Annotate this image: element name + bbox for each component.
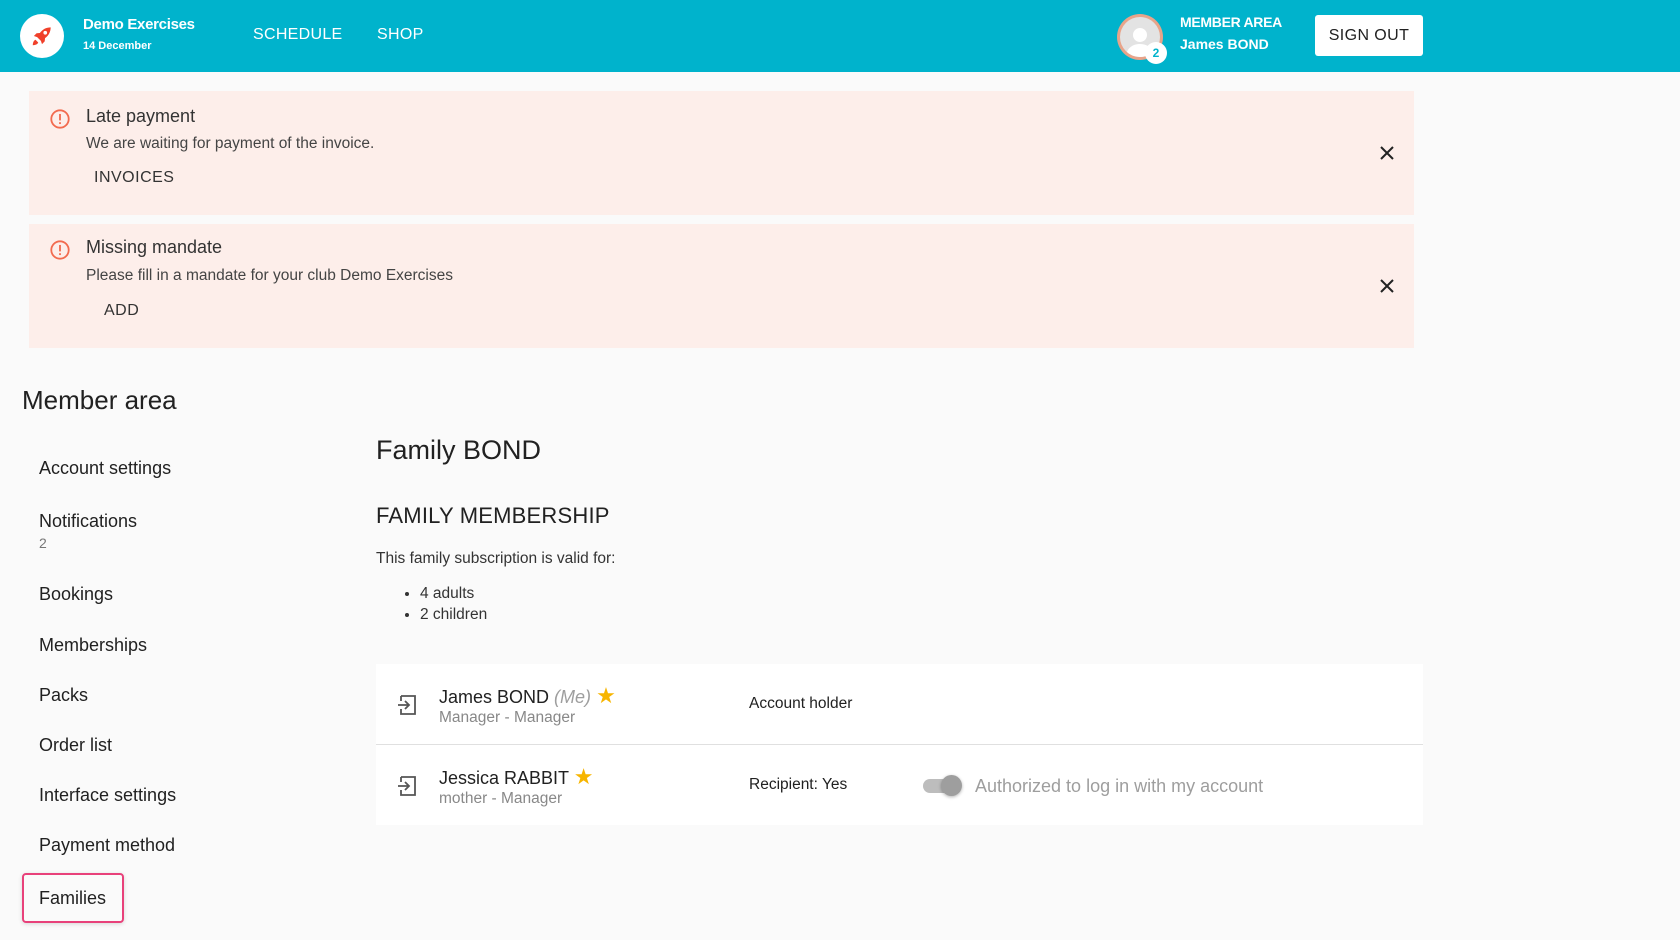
sidebar-item-bookings[interactable]: Bookings bbox=[39, 584, 113, 605]
sidebar-item-packs[interactable]: Packs bbox=[39, 685, 88, 706]
member-area-link[interactable]: MEMBER AREA bbox=[1180, 14, 1282, 30]
toggle-label: Authorized to log in with my account bbox=[975, 776, 1264, 796]
late-payment-alert: Late payment We are waiting for payment … bbox=[29, 91, 1414, 215]
sidebar-item-interface-settings[interactable]: Interface settings bbox=[39, 785, 176, 806]
rocket-logo-icon[interactable] bbox=[20, 14, 64, 58]
sign-out-button[interactable]: SIGN OUT bbox=[1315, 15, 1423, 56]
top-app-bar: Demo Exercises 14 December SCHEDULE SHOP… bbox=[0, 0, 1680, 72]
member-name: James BOND bbox=[1180, 36, 1269, 52]
member-name: James BOND (Me) ★ bbox=[439, 683, 616, 709]
warning-circle-icon bbox=[50, 109, 70, 129]
validity-list: 4 adults 2 children bbox=[376, 585, 487, 627]
family-title: Family BOND bbox=[376, 435, 542, 465]
login-icon[interactable] bbox=[396, 693, 420, 717]
close-icon[interactable] bbox=[1377, 276, 1397, 296]
family-member-row: Jessica RABBIT ★ mother - Manager Recipi… bbox=[376, 745, 1423, 825]
sidebar-item-payment-method[interactable]: Payment method bbox=[39, 835, 175, 856]
star-icon: ★ bbox=[573, 764, 594, 789]
authorized-login-toggle[interactable] bbox=[921, 775, 962, 796]
missing-mandate-alert: Missing mandate Please fill in a mandate… bbox=[29, 224, 1414, 348]
login-icon[interactable] bbox=[396, 774, 420, 798]
close-icon[interactable] bbox=[1377, 143, 1397, 163]
toggle-thumb bbox=[941, 775, 962, 796]
add-mandate-button[interactable]: ADD bbox=[104, 302, 139, 320]
member-role: mother - Manager bbox=[439, 790, 563, 807]
sidebar-item-order-list[interactable]: Order list bbox=[39, 735, 112, 756]
member-status: Account holder bbox=[749, 695, 853, 712]
nav-shop[interactable]: SHOP bbox=[377, 26, 424, 44]
member-role: Manager - Manager bbox=[439, 709, 576, 726]
list-item: 4 adults bbox=[420, 585, 487, 603]
list-item: 2 children bbox=[420, 606, 487, 624]
alert-message: We are waiting for payment of the invoic… bbox=[86, 135, 375, 152]
alert-title: Missing mandate bbox=[86, 237, 223, 257]
sidebar-item-account-settings[interactable]: Account settings bbox=[39, 458, 171, 479]
alert-title: Late payment bbox=[86, 106, 196, 126]
invoices-button[interactable]: INVOICES bbox=[94, 169, 174, 187]
membership-section-title: FAMILY MEMBERSHIP bbox=[376, 503, 610, 528]
nav-schedule[interactable]: SCHEDULE bbox=[253, 26, 343, 44]
club-name[interactable]: Demo Exercises bbox=[83, 16, 195, 33]
sidebar-item-families[interactable]: Families bbox=[22, 873, 124, 923]
page-title: Member area bbox=[22, 385, 177, 415]
sidebar-item-notifications[interactable]: Notifications bbox=[39, 511, 137, 532]
me-tag: (Me) bbox=[554, 687, 592, 707]
star-icon: ★ bbox=[596, 683, 616, 708]
validity-text: This family subscription is valid for: bbox=[376, 550, 616, 567]
notifications-count: 2 bbox=[39, 535, 47, 551]
current-date: 14 December bbox=[83, 40, 152, 52]
member-full-name: James BOND bbox=[439, 687, 550, 707]
family-member-row: James BOND (Me) ★ Manager - Manager Acco… bbox=[376, 664, 1423, 744]
member-status: Recipient: Yes bbox=[749, 776, 848, 793]
member-full-name: Jessica RABBIT bbox=[439, 768, 569, 788]
sidebar-item-memberships[interactable]: Memberships bbox=[39, 635, 147, 656]
warning-circle-icon bbox=[50, 240, 70, 260]
alert-message: Please fill in a mandate for your club D… bbox=[86, 267, 453, 284]
member-name: Jessica RABBIT ★ bbox=[439, 764, 593, 790]
notification-count-badge: 2 bbox=[1145, 42, 1167, 64]
